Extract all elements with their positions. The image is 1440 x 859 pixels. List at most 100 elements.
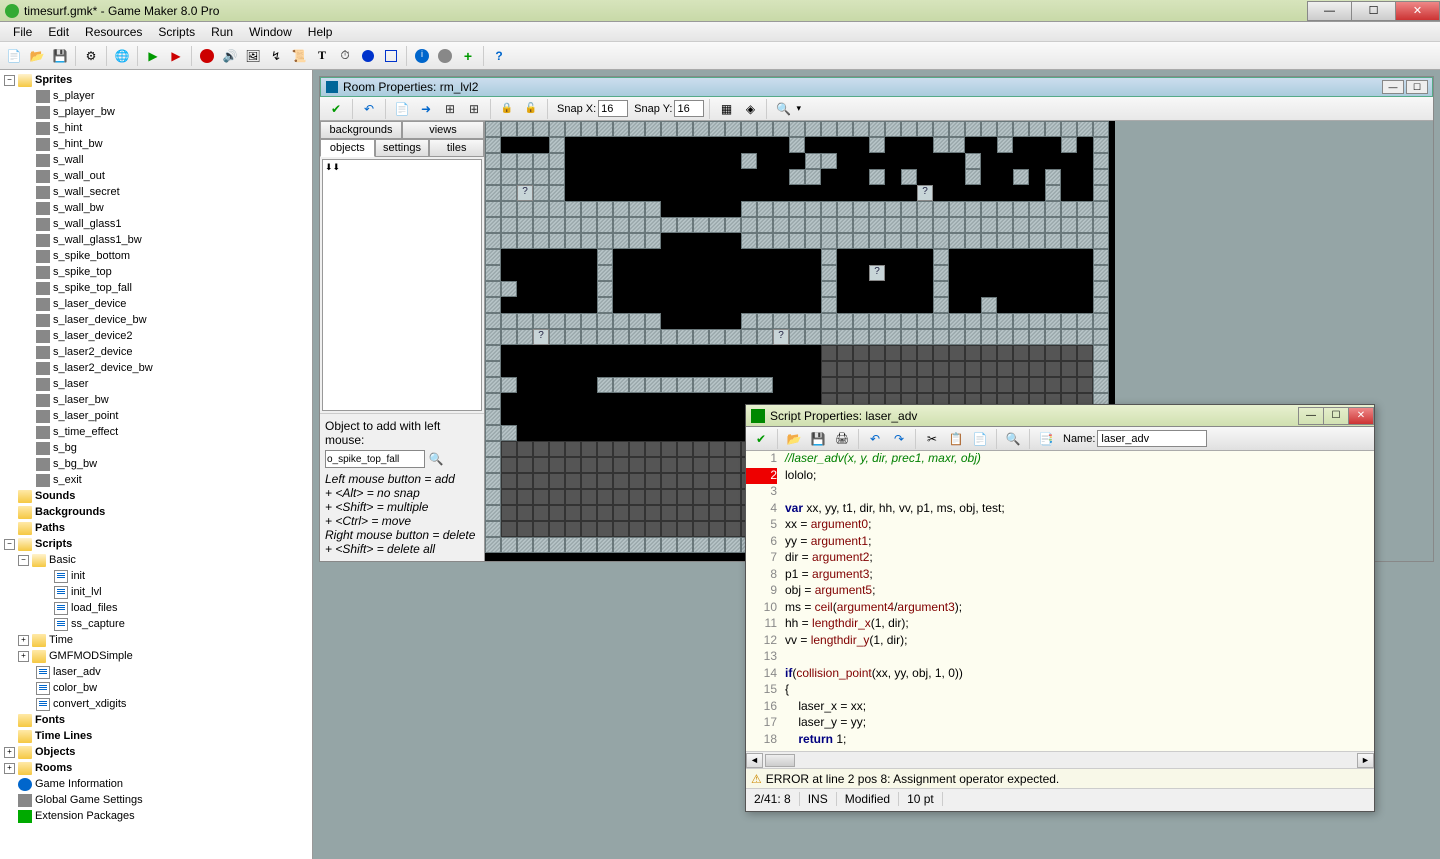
redo-icon[interactable] [888,428,910,450]
expander-icon[interactable]: − [4,75,15,86]
snapy-input[interactable] [674,100,704,117]
sound-icon[interactable]: 🔊 [219,45,241,67]
game-info-icon[interactable]: i [411,45,433,67]
menu-window[interactable]: Window [241,23,300,41]
tree-item[interactable]: s_laser_point [0,408,312,424]
copy-icon[interactable] [945,428,967,450]
folder-backgrounds[interactable]: Backgrounds [35,506,105,518]
tab-objects[interactable]: objects [320,139,375,157]
hscrollbar[interactable]: ◄ ► [746,751,1374,768]
menu-edit[interactable]: Edit [40,23,77,41]
grid-icon[interactable] [715,98,737,120]
tree-item[interactable]: s_laser_bw [0,392,312,408]
expander-icon[interactable]: + [4,747,15,758]
print-icon[interactable] [831,428,853,450]
tree-item[interactable]: s_bg [0,440,312,456]
scroll-right-icon[interactable]: ► [1357,753,1374,768]
tab-views[interactable]: views [402,121,484,139]
extension-icon[interactable] [457,45,479,67]
menu-file[interactable]: File [5,23,40,41]
folder-sounds[interactable]: Sounds [35,490,75,502]
folder-time[interactable]: Time [49,634,73,646]
tree-item[interactable]: s_wall_out [0,168,312,184]
tree-item[interactable]: convert_xdigits [0,696,312,712]
font-icon[interactable]: T [311,45,333,67]
resource-tree[interactable]: − Sprites s_players_player_bws_hints_hint… [0,70,313,859]
publish-icon[interactable]: 🌐 [111,45,133,67]
menu-scripts[interactable]: Scripts [150,23,203,41]
object-input[interactable] [325,450,425,468]
settings-icon[interactable] [434,45,456,67]
expander-icon[interactable]: + [18,651,29,662]
tree-item[interactable]: load_files [0,600,312,616]
new-icon[interactable] [3,45,25,67]
menu-resources[interactable]: Resources [77,23,150,41]
undo-icon[interactable] [358,98,380,120]
folder-sprites[interactable]: Sprites [35,74,72,86]
tree-item[interactable]: s_hint [0,120,312,136]
game-info-item[interactable]: Game Information [35,778,123,790]
maximize-button[interactable]: ☐ [1351,1,1396,21]
folder-gmfmod[interactable]: GMFMODSimple [49,650,133,662]
folder-rooms[interactable]: Rooms [35,762,72,774]
room-max-button[interactable]: ☐ [1406,80,1428,94]
script-name-input[interactable] [1097,430,1207,447]
unlock-icon[interactable] [520,98,542,120]
tree-item[interactable]: s_time_effect [0,424,312,440]
tree-item[interactable]: s_wall_glass1_bw [0,232,312,248]
tree-item[interactable]: s_player_bw [0,104,312,120]
iso-icon[interactable] [739,98,761,120]
timeline-icon[interactable]: ⏱ [334,45,356,67]
expander-icon[interactable]: + [4,763,15,774]
goto-icon[interactable]: 📑 [1035,428,1057,450]
snap-v-icon[interactable] [463,98,485,120]
background-icon[interactable]: 🖼 [242,45,264,67]
run-icon[interactable] [142,45,164,67]
snapx-input[interactable] [598,100,628,117]
expander-icon[interactable]: − [18,555,29,566]
tree-item[interactable]: s_wall [0,152,312,168]
tab-settings[interactable]: settings [375,139,430,157]
sprite-icon[interactable] [196,45,218,67]
tree-item[interactable]: s_wall_secret [0,184,312,200]
tree-item[interactable]: s_laser_device [0,296,312,312]
folder-fonts[interactable]: Fonts [35,714,65,726]
tree-item[interactable]: s_laser_device2 [0,328,312,344]
cut-icon[interactable] [921,428,943,450]
script-max-button[interactable]: ☐ [1323,407,1349,425]
folder-timelines[interactable]: Time Lines [35,730,92,742]
global-settings-item[interactable]: Global Game Settings [35,794,143,806]
tree-item[interactable]: s_laser [0,376,312,392]
tree-item[interactable]: s_player [0,88,312,104]
help-icon[interactable] [488,45,510,67]
room-icon[interactable] [380,45,402,67]
folder-scripts[interactable]: Scripts [35,538,72,550]
script-close-button[interactable]: ✕ [1348,407,1374,425]
save-icon[interactable] [807,428,829,450]
code-editor[interactable]: 123456789101112131415161718 //laser_adv(… [746,451,1374,751]
tree-item[interactable]: s_exit [0,472,312,488]
path-icon[interactable]: ↯ [265,45,287,67]
script-new-icon[interactable]: 📜 [288,45,310,67]
tree-item[interactable]: s_wall_bw [0,200,312,216]
object-picker-icon[interactable] [427,450,445,468]
scroll-left-icon[interactable]: ◄ [746,753,763,768]
paste-icon[interactable] [969,428,991,450]
tree-item[interactable]: s_laser2_device_bw [0,360,312,376]
zoom-icon[interactable] [772,98,794,120]
tree-item[interactable]: s_laser2_device [0,344,312,360]
folder-basic[interactable]: Basic [49,554,76,566]
save-icon[interactable] [49,45,71,67]
open-icon[interactable] [26,45,48,67]
load-icon[interactable] [783,428,805,450]
script-titlebar[interactable]: Script Properties: laser_adv — ☐ ✕ [746,405,1374,427]
menu-run[interactable]: Run [203,23,241,41]
object-list[interactable]: ⬇⬇ [322,159,482,411]
lock-icon[interactable] [496,98,518,120]
tree-item[interactable]: s_hint_bw [0,136,312,152]
tab-tiles[interactable]: tiles [429,139,484,157]
undo-icon[interactable] [864,428,886,450]
tree-item[interactable]: laser_adv [0,664,312,680]
snap-h-icon[interactable] [439,98,461,120]
tree-item[interactable]: s_laser_device_bw [0,312,312,328]
